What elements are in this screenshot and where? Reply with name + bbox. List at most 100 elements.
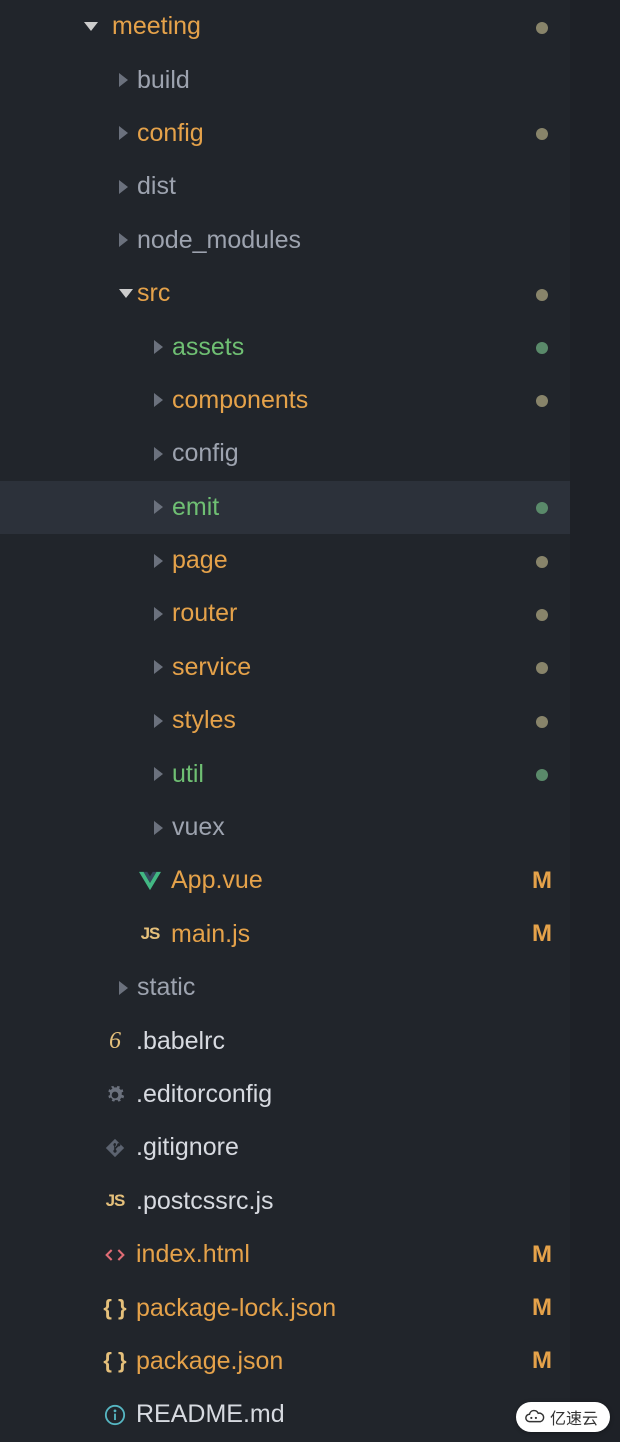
tree-item-label: .postcssrc.js bbox=[136, 1187, 530, 1216]
status-indicator bbox=[530, 387, 554, 413]
tree-item-label: .editorconfig bbox=[136, 1080, 530, 1109]
tree-folder-dist[interactable]: dist bbox=[0, 160, 570, 213]
tree-file-app-vue[interactable]: App.vueM bbox=[0, 854, 570, 907]
status-indicator: M bbox=[530, 1241, 554, 1269]
status-indicator: M bbox=[530, 1294, 554, 1322]
tree-item-label: src bbox=[137, 279, 530, 308]
chevron-right-icon bbox=[154, 340, 163, 354]
tree-root-meeting[interactable]: meeting bbox=[0, 0, 570, 53]
status-indicator bbox=[530, 654, 554, 680]
chevron-right-icon bbox=[154, 500, 163, 514]
json-icon: { } bbox=[100, 1348, 130, 1374]
status-indicator bbox=[530, 120, 554, 146]
tree-folder-util[interactable]: util bbox=[0, 747, 570, 800]
status-indicator bbox=[530, 601, 554, 627]
tree-item-label: router bbox=[172, 599, 530, 628]
tree-folder-styles[interactable]: styles bbox=[0, 694, 570, 747]
tree-item-label: index.html bbox=[136, 1240, 530, 1269]
tree-item-label: util bbox=[172, 760, 530, 789]
tree-root-label: meeting bbox=[112, 12, 530, 41]
chevron-right-icon bbox=[119, 233, 128, 247]
chevron-down-icon bbox=[84, 22, 98, 31]
git-icon bbox=[100, 1138, 130, 1158]
js-icon: JS bbox=[100, 1191, 130, 1211]
tree-file--postcssrc-js[interactable]: JS .postcssrc.js bbox=[0, 1175, 570, 1228]
status-indicator: M bbox=[530, 1347, 554, 1375]
tree-file-main-js[interactable]: JS main.jsM bbox=[0, 908, 570, 961]
tree-item-label: static bbox=[137, 973, 530, 1002]
tree-item-label: package.json bbox=[136, 1347, 530, 1376]
cloud-icon bbox=[524, 1408, 546, 1426]
tree-file-readme-md[interactable]: README.md bbox=[0, 1388, 570, 1441]
tree-file--gitignore[interactable]: .gitignore bbox=[0, 1121, 570, 1174]
tree-file-index-html[interactable]: index.htmlM bbox=[0, 1228, 570, 1281]
tree-file--editorconfig[interactable]: .editorconfig bbox=[0, 1068, 570, 1121]
tree-folder-config[interactable]: config bbox=[0, 107, 570, 160]
chevron-right-icon bbox=[154, 821, 163, 835]
tree-item-label: styles bbox=[172, 706, 530, 735]
chevron-right-icon bbox=[154, 714, 163, 728]
tree-folder-node-modules[interactable]: node_modules bbox=[0, 214, 570, 267]
json-icon: { } bbox=[100, 1295, 130, 1321]
tree-folder-build[interactable]: build bbox=[0, 53, 570, 106]
tree-folder-config[interactable]: config bbox=[0, 427, 570, 480]
chevron-right-icon bbox=[119, 981, 128, 995]
tree-item-label: vuex bbox=[172, 813, 530, 842]
status-indicator bbox=[530, 494, 554, 520]
chevron-right-icon bbox=[119, 180, 128, 194]
tree-item-label: config bbox=[172, 439, 530, 468]
file-explorer: meeting build config dist node_modulessrc as… bbox=[0, 0, 570, 1442]
info-icon bbox=[100, 1404, 130, 1426]
babel-icon: 6 bbox=[100, 1028, 130, 1055]
gear-icon bbox=[100, 1085, 130, 1105]
status-indicator bbox=[530, 548, 554, 574]
tree-folder-static[interactable]: static bbox=[0, 961, 570, 1014]
tree-item-label: dist bbox=[137, 172, 530, 201]
tree-file-package-lock-json[interactable]: { }package-lock.jsonM bbox=[0, 1281, 570, 1334]
status-indicator bbox=[530, 708, 554, 734]
tree-item-label: App.vue bbox=[171, 866, 530, 895]
tree-item-label: package-lock.json bbox=[136, 1294, 530, 1323]
chevron-right-icon bbox=[154, 393, 163, 407]
status-indicator: M bbox=[530, 867, 554, 895]
html-icon bbox=[100, 1245, 130, 1265]
tree-item-label: components bbox=[172, 386, 530, 415]
tree-item-label: service bbox=[172, 653, 530, 682]
tree-item-label: page bbox=[172, 546, 530, 575]
tree-item-label: assets bbox=[172, 333, 530, 362]
tree-item-label: emit bbox=[172, 493, 530, 522]
chevron-right-icon bbox=[119, 73, 128, 87]
tree-item-label: main.js bbox=[171, 920, 530, 949]
status-indicator bbox=[530, 334, 554, 360]
tree-folder-emit[interactable]: emit bbox=[0, 481, 570, 534]
status-indicator bbox=[530, 761, 554, 787]
tree-folder-src[interactable]: src bbox=[0, 267, 570, 320]
tree-item-label: README.md bbox=[136, 1400, 530, 1429]
chevron-right-icon bbox=[154, 447, 163, 461]
tree-folder-router[interactable]: router bbox=[0, 587, 570, 640]
tree-folder-assets[interactable]: assets bbox=[0, 320, 570, 373]
tree-folder-components[interactable]: components bbox=[0, 374, 570, 427]
tree-file-package-json[interactable]: { }package.jsonM bbox=[0, 1335, 570, 1388]
chevron-right-icon bbox=[154, 554, 163, 568]
tree-item-label: .babelrc bbox=[136, 1027, 530, 1056]
chevron-down-icon bbox=[119, 289, 133, 298]
tree-folder-vuex[interactable]: vuex bbox=[0, 801, 570, 854]
tree-folder-page[interactable]: page bbox=[0, 534, 570, 587]
js-icon: JS bbox=[135, 924, 165, 944]
chevron-right-icon bbox=[119, 126, 128, 140]
chevron-right-icon bbox=[154, 660, 163, 674]
watermark-text: 亿速云 bbox=[550, 1405, 598, 1429]
status-indicator bbox=[530, 14, 554, 40]
tree-folder-service[interactable]: service bbox=[0, 641, 570, 694]
tree-item-label: .gitignore bbox=[136, 1133, 530, 1162]
chevron-right-icon bbox=[154, 607, 163, 621]
tree-file--babelrc[interactable]: 6.babelrc bbox=[0, 1014, 570, 1067]
status-indicator: M bbox=[530, 920, 554, 948]
tree-item-label: config bbox=[137, 119, 530, 148]
vue-icon bbox=[135, 871, 165, 891]
chevron-right-icon bbox=[154, 767, 163, 781]
tree-item-label: build bbox=[137, 66, 530, 95]
tree-item-label: node_modules bbox=[137, 226, 530, 255]
watermark-badge: 亿速云 bbox=[516, 1402, 610, 1432]
